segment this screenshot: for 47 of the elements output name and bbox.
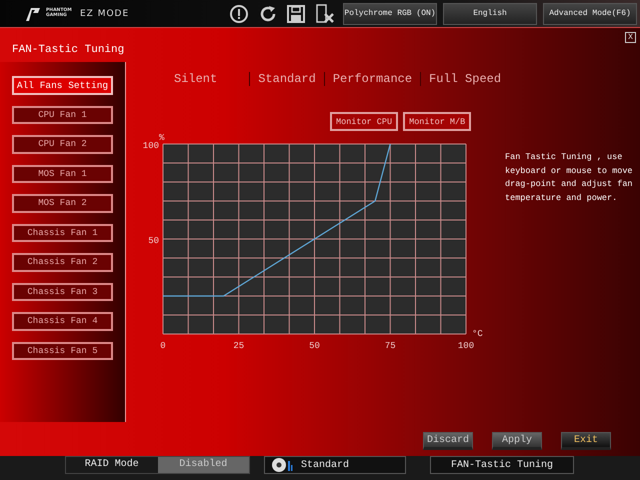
mode-label: EZ MODE [80, 8, 130, 18]
action-button[interactable]: Discard [423, 432, 473, 450]
fan-curve-line[interactable] [163, 144, 391, 297]
refresh-icon[interactable] [258, 4, 278, 24]
fan-button[interactable]: Chassis Fan 1 [12, 224, 113, 242]
raid-value: Disabled [158, 457, 249, 473]
fan-mode-box[interactable]: Standard [264, 456, 406, 474]
tuning-box[interactable]: FAN-Tastic Tuning [430, 456, 574, 474]
y-tick-label: 50 [148, 236, 159, 246]
top-button[interactable]: English [443, 2, 537, 24]
fan-button[interactable]: CPU Fan 1 [12, 106, 113, 124]
top-button[interactable]: Polychrome RGB (ON) [343, 2, 437, 24]
fan-button[interactable]: CPU Fan 2 [12, 135, 113, 154]
tuning-label: FAN-Tastic Tuning [450, 460, 554, 470]
close-button[interactable]: X [625, 32, 636, 43]
x-tick-label: 100 [458, 341, 474, 351]
fan-button[interactable]: All Fans Setting [12, 76, 113, 94]
help-text: Fan Tastic Tuning , use keyboard or mouse to move drag-point and adjust fan temperature and power. [505, 151, 633, 204]
x-tick-label: 25 [233, 341, 244, 351]
fan-button[interactable]: MOS Fan 2 [12, 194, 113, 212]
fan-button[interactable]: Chassis Fan 4 [12, 312, 113, 330]
x-axis-label: °C [472, 329, 483, 339]
fan-button[interactable]: MOS Fan 1 [12, 164, 113, 183]
logo-icon [24, 6, 42, 22]
panel-title: FAN-Tastic Tuning [12, 44, 124, 58]
discard-file-icon[interactable] [314, 4, 334, 24]
x-tick-label: 75 [384, 341, 396, 351]
x-tick-label: 0 [160, 341, 166, 351]
raid-label: RAID Mode [84, 458, 140, 472]
mode-tab[interactable]: Performance [328, 72, 416, 86]
y-tick-label: 100 [142, 141, 159, 151]
mode-tab[interactable]: Full Speed [425, 72, 506, 86]
monitor-button[interactable]: Monitor CPU [330, 112, 398, 131]
fan-mode-value: Standard [301, 460, 350, 470]
fan-button[interactable]: Chassis Fan 5 [12, 342, 113, 360]
top-button[interactable]: Advanced Mode(F6) [543, 2, 637, 24]
monitor-button[interactable]: Monitor M/B [403, 112, 472, 131]
fan-button[interactable]: Chassis Fan 2 [12, 253, 113, 272]
fan-button[interactable]: Chassis Fan 3 [12, 282, 113, 301]
mode-tab[interactable]: Standard [254, 72, 320, 86]
alert-icon[interactable] [229, 4, 249, 24]
x-tick-label: 50 [309, 341, 320, 351]
fan-icon [271, 457, 293, 473]
action-button[interactable]: Exit [561, 432, 611, 450]
y-axis-label: % [159, 133, 164, 143]
save-icon[interactable] [287, 4, 305, 24]
action-button[interactable]: Apply [492, 432, 542, 450]
